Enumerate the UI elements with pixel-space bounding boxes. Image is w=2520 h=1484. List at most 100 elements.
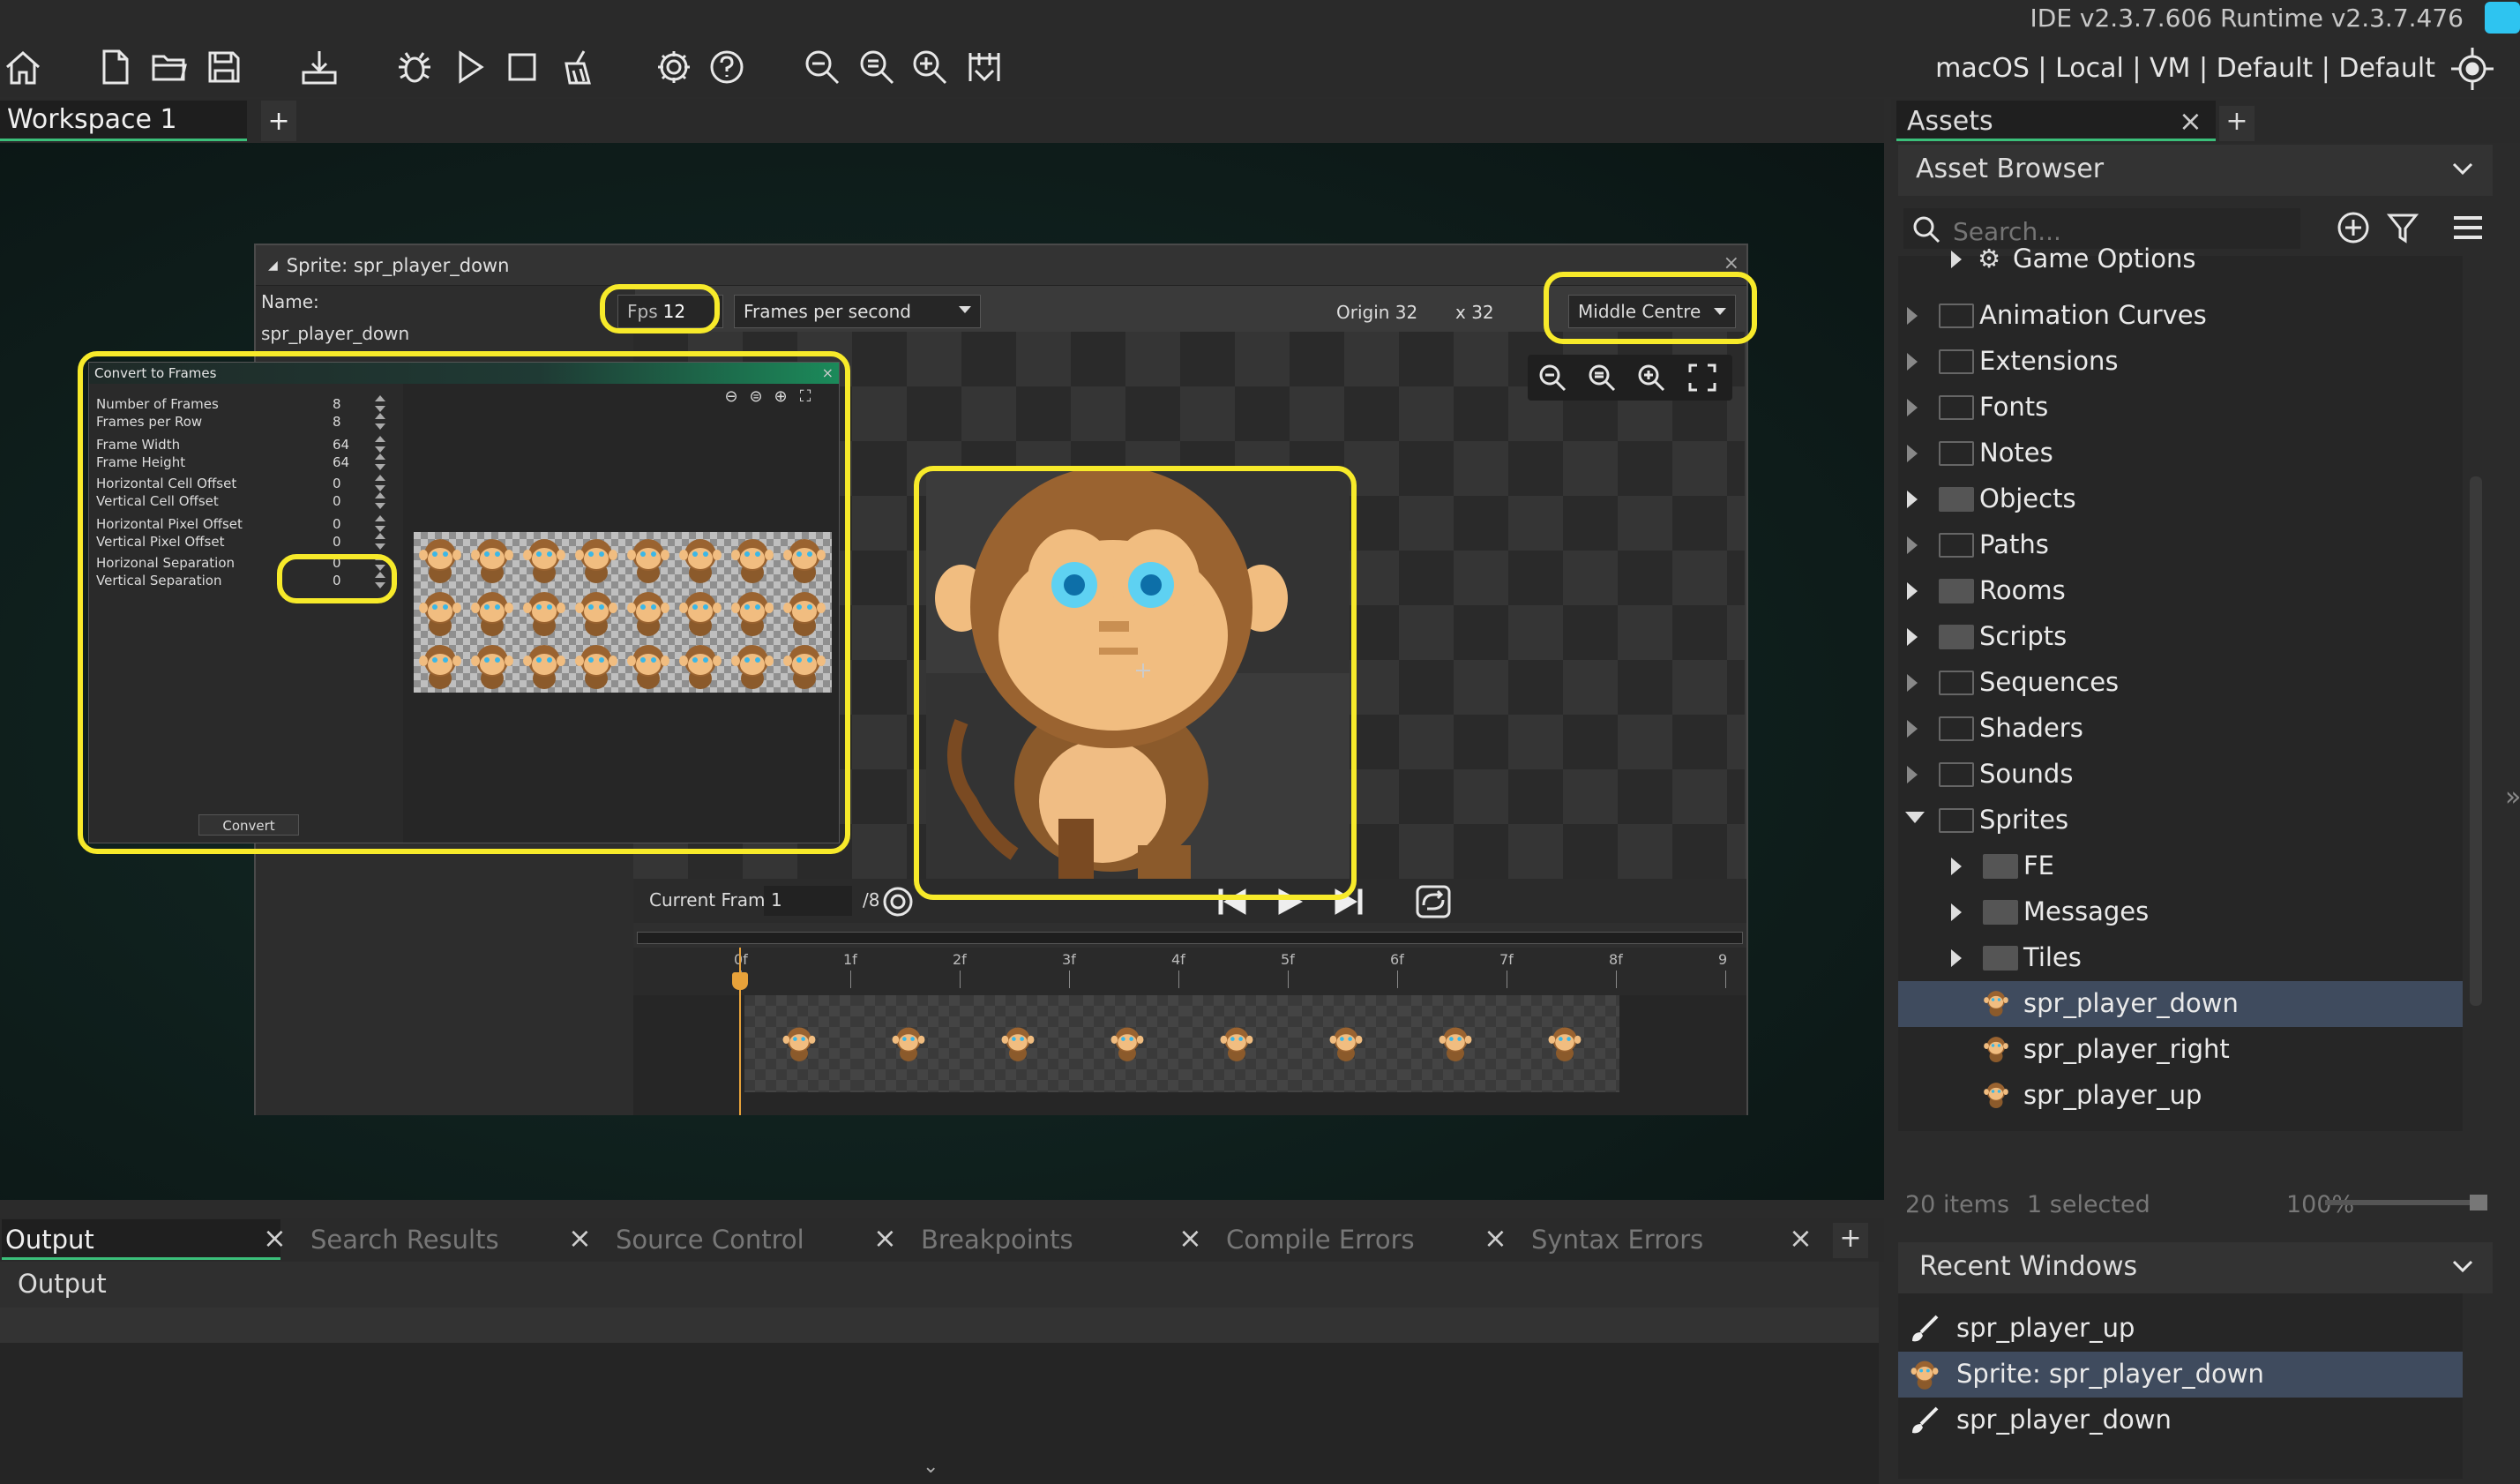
add-workspace-button[interactable]: + [261,101,296,141]
asset-folder-animation-curves[interactable]: Animation Curves [1898,293,2463,339]
collapse-triangle-icon[interactable]: ◢ [268,259,278,273]
timeline-frame[interactable] [1401,995,1510,1092]
close-tab-icon[interactable]: × [263,1221,287,1255]
asset-zoom-slider[interactable] [2325,1200,2487,1205]
chevron-down-icon[interactable] [1905,812,1925,823]
chevron-right-icon[interactable] [1907,491,1918,508]
playhead-handle[interactable] [732,972,748,990]
run-icon[interactable] [446,44,492,90]
current-frame-field[interactable]: 1 [764,886,852,916]
timeline-frame[interactable] [1073,995,1182,1092]
origin-x[interactable]: Origin 32 [1336,302,1417,323]
stop-icon[interactable] [499,44,545,90]
close-tab-icon[interactable]: × [1178,1221,1202,1255]
timeline-scrollbar[interactable] [637,932,1743,944]
origin-y[interactable]: x 32 [1455,302,1494,323]
zoom-in-icon[interactable] [1635,362,1667,393]
timeline-frame[interactable] [854,995,963,1092]
asset-folder-fe[interactable]: FE [1898,843,2463,889]
close-tab-icon[interactable]: × [568,1221,592,1255]
recent-window-item[interactable]: Sprite: spr_player_down [1898,1352,2463,1398]
fps-mode-dropdown[interactable]: Frames per second [734,295,981,328]
chevron-right-icon[interactable] [1907,582,1918,600]
add-output-tab-button[interactable]: + [1833,1223,1868,1258]
asset-folder-notes[interactable]: Notes [1898,431,2463,476]
zoom-reset-icon[interactable] [854,44,900,90]
timeline-frame[interactable] [1510,995,1619,1092]
timeline-frame[interactable] [963,995,1073,1092]
timeline-frame[interactable] [744,995,854,1092]
asset-tree-scrollbar[interactable] [2470,476,2482,1006]
collapse-panel-icon[interactable]: ⌄ [923,1456,946,1479]
tab-source-control[interactable]: Source Control [612,1219,891,1260]
add-tab-button[interactable]: + [2219,106,2255,141]
chevron-right-icon[interactable] [1907,399,1918,416]
target-selector[interactable]: macOS | Local | VM | Default | Default [1935,53,2435,84]
asset-folder-messages[interactable]: Messages [1898,889,2463,935]
recent-windows-header[interactable]: Recent Windows [1898,1242,2493,1293]
timeline-ruler[interactable]: 0f1f2f3f4f5f6f7f8f9 [633,948,1746,995]
timeline-frame[interactable] [1182,995,1291,1092]
settings-icon[interactable] [651,44,697,90]
chevron-right-icon[interactable] [1951,903,1962,921]
sprite-editor-title[interactable]: ◢ Sprite: spr_player_down [256,245,1746,286]
asset-sprite-item[interactable]: spr_player_down [1898,981,2463,1027]
open-folder-icon[interactable] [146,44,192,90]
chevron-down-icon[interactable] [2452,1256,2473,1278]
close-tab-icon[interactable]: × [873,1221,897,1255]
asset-browser-header[interactable]: Asset Browser [1898,145,2493,196]
chevron-down-icon[interactable] [2452,159,2473,180]
chevron-right-icon[interactable] [1907,353,1918,371]
zoom-reset-icon[interactable] [1586,362,1618,393]
debug-icon[interactable] [392,44,437,90]
asset-folder-paths[interactable]: Paths [1898,522,2463,568]
help-icon[interactable] [704,44,750,90]
chevron-right-icon[interactable] [1951,251,1962,268]
chevron-right-icon[interactable] [1907,766,1918,783]
asset-folder-scripts[interactable]: Scripts [1898,614,2463,660]
chevron-right-icon[interactable] [1907,628,1918,646]
close-tab-icon[interactable]: × [1484,1221,1507,1255]
asset-folder-rooms[interactable]: Rooms [1898,568,2463,614]
asset-sprite-item[interactable]: spr_player_up [1898,1073,2463,1119]
new-file-icon[interactable] [92,44,138,90]
onion-skin-icon[interactable] [880,884,916,919]
asset-folder-shaders[interactable]: Shaders [1898,706,2463,752]
close-tab-icon[interactable]: × [1789,1221,1813,1255]
create-exe-icon[interactable] [296,44,342,90]
expand-panel-icon[interactable]: » [2505,782,2520,813]
chevron-right-icon[interactable] [1907,674,1918,692]
asset-folder-extensions[interactable]: Extensions [1898,339,2463,385]
asset-folder-objects[interactable]: Objects [1898,476,2463,522]
recent-window-item[interactable]: spr_player_down [1898,1398,2463,1443]
game-options-icon[interactable] [961,44,1007,90]
tab-breakpoints[interactable]: Breakpoints [917,1219,1196,1260]
tab-assets[interactable]: Assets [1896,101,2216,141]
loop-icon[interactable] [1415,884,1452,919]
tab-output[interactable]: Output [2,1219,280,1260]
recent-window-item[interactable]: spr_player_up [1898,1306,2463,1352]
zoom-in-icon[interactable] [907,44,953,90]
save-icon[interactable] [201,44,247,90]
chevron-right-icon[interactable] [1907,307,1918,325]
close-assets-tab-button[interactable]: × [2179,104,2202,138]
chevron-right-icon[interactable] [1907,720,1918,738]
chevron-right-icon[interactable] [1907,445,1918,462]
target-icon[interactable] [2449,46,2495,92]
clean-icon[interactable] [554,44,600,90]
tab-compile-errors[interactable]: Compile Errors [1223,1219,1501,1260]
timeline-frame[interactable] [1291,995,1401,1092]
zoom-out-icon[interactable] [799,44,845,90]
tab-syntax-errors[interactable]: Syntax Errors [1528,1219,1806,1260]
tree-item-game-options[interactable]: ⚙ Game Options [1898,236,2463,282]
chevron-right-icon[interactable] [1907,536,1918,554]
asset-zoom-slider-handle[interactable] [2470,1195,2487,1210]
zoom-out-icon[interactable] [1537,362,1568,393]
fit-screen-icon[interactable] [1686,362,1718,393]
frame-timeline[interactable]: 0f1f2f3f4f5f6f7f8f9 [633,923,1746,1115]
home-icon[interactable] [0,44,46,90]
chat-icon[interactable] [2485,2,2520,34]
tab-workspace-1[interactable]: Workspace 1 [0,101,247,141]
chevron-right-icon[interactable] [1951,858,1962,875]
asset-folder-fonts[interactable]: Fonts [1898,385,2463,431]
